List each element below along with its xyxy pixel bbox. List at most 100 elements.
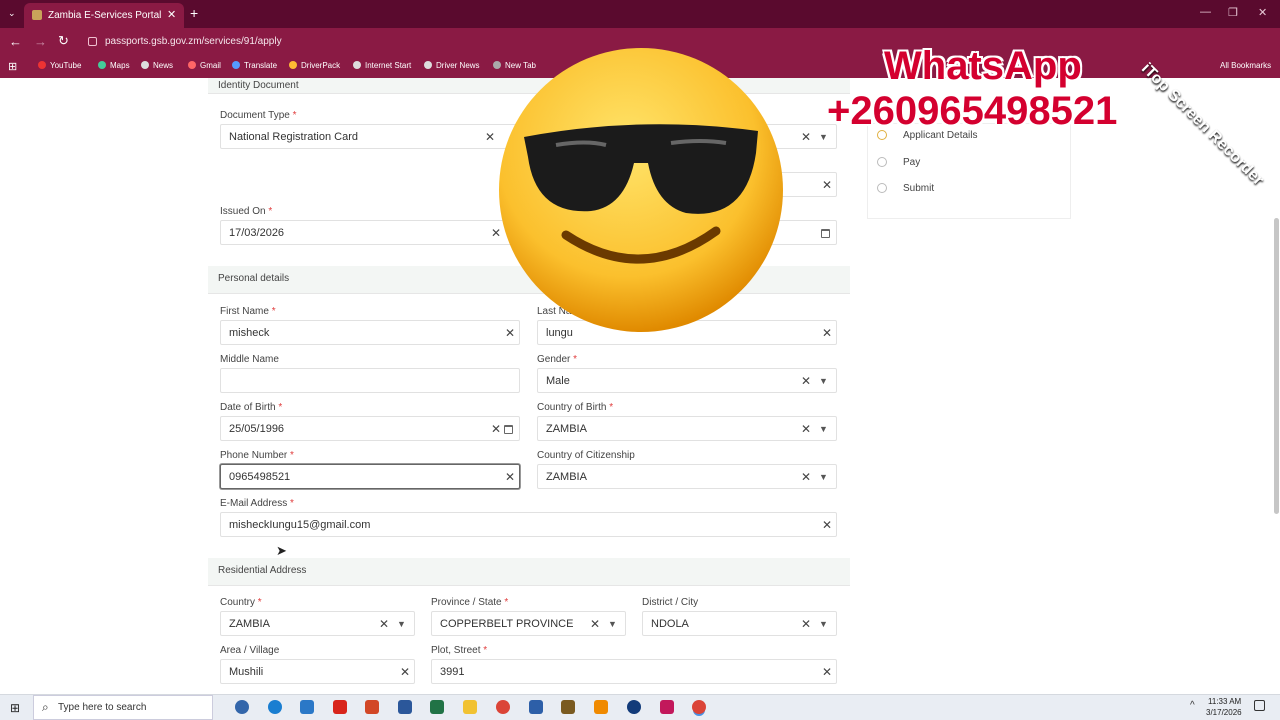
district-value: NDOLA [651,618,689,630]
chrome-icon[interactable] [496,700,510,714]
issued-on-field[interactable]: 17/03/2026 [220,220,520,245]
country-value: ZAMBIA [229,618,270,630]
step-submit[interactable]: Submit [877,183,934,194]
clear-document-type-icon[interactable]: ✕ [485,131,495,143]
bookmark-news[interactable]: News [141,61,173,70]
tab-close-icon[interactable]: ✕ [167,8,176,21]
clear-plot-icon[interactable]: ✕ [822,666,832,678]
gender-select[interactable]: Male [537,368,837,393]
tray-chevron-icon[interactable]: ^ [1190,700,1195,711]
apps-grid-icon[interactable]: ⊞ [8,60,17,73]
country-of-birth-value: ZAMBIA [546,423,587,435]
citizenship-select[interactable]: ZAMBIA [537,464,837,489]
bookmark-youtube[interactable]: YouTube [38,61,81,70]
clear-last-name-icon[interactable]: ✕ [822,327,832,339]
back-icon[interactable]: ← [9,34,22,49]
maximize-icon[interactable]: ❐ [1228,6,1238,19]
store-icon[interactable] [300,700,314,714]
clear-district-icon[interactable]: ✕ [801,618,811,630]
clock-time[interactable]: 11:33 AM [1208,697,1241,706]
chevron-down-icon[interactable]: ▼ [819,620,828,629]
clear-dob-icon[interactable]: ✕ [491,423,501,435]
document-type-select[interactable]: National Registration Card [220,124,520,149]
calendar-icon[interactable] [821,229,830,238]
mouse-cursor-icon: ➤ [276,543,287,558]
dob-field[interactable]: 25/05/1996 [220,416,520,441]
phone-label: Phone Number * [220,450,294,461]
clear-gender-icon[interactable]: ✕ [801,375,811,387]
copilot-icon[interactable] [235,700,249,714]
bookmark-internet-start[interactable]: Internet Start [353,61,411,70]
phone-overlay-text: +260965498521 [827,89,1118,133]
file-explorer-icon[interactable] [463,700,477,714]
country-of-birth-label: Country of Birth * [537,402,614,413]
first-name-value: misheck [229,327,270,339]
bookmark-maps[interactable]: Maps [98,61,130,70]
acrobat-icon[interactable] [333,700,347,714]
plot-field[interactable]: 3991 [431,659,837,684]
clear-icon[interactable]: ✕ [801,131,811,143]
shield-app-icon[interactable] [529,700,543,714]
first-name-field[interactable]: misheck [220,320,520,345]
area-field[interactable]: Mushili [220,659,415,684]
url-text[interactable]: passports.gsb.gov.zm/services/91/apply [105,36,282,47]
window-close-icon[interactable]: ✕ [1258,6,1267,19]
edge-icon[interactable] [268,700,282,714]
screen-recorder-icon[interactable] [660,700,674,714]
bookmark-driver-news[interactable]: Driver News [424,61,480,70]
clear-icon[interactable]: ✕ [822,179,832,191]
reload-icon[interactable]: ↻ [58,33,69,49]
clear-country-icon[interactable]: ✕ [379,618,389,630]
step-circle-icon [877,183,887,193]
clear-email-icon[interactable]: ✕ [822,519,832,531]
windows-start-icon[interactable]: ⊞ [10,701,20,715]
tab-list-icon[interactable]: ⌄ [8,8,16,19]
chrome-active-icon[interactable] [692,700,706,714]
scrollbar[interactable] [1274,218,1279,514]
middle-name-field[interactable] [220,368,520,393]
section-title: Identity Document [218,80,299,91]
vlc-icon[interactable] [594,700,608,714]
clear-area-icon[interactable]: ✕ [400,666,410,678]
word-icon[interactable] [398,700,412,714]
all-bookmarks[interactable]: All Bookmarks [1220,61,1271,70]
media-app-icon[interactable] [627,700,641,714]
bookmark-translate[interactable]: Translate [232,61,277,70]
clear-citizenship-icon[interactable]: ✕ [801,471,811,483]
forward-icon[interactable]: → [34,34,47,49]
calendar-icon[interactable] [504,425,513,434]
powerpoint-icon[interactable] [365,700,379,714]
search-placeholder: Type here to search [58,702,147,713]
clear-cob-icon[interactable]: ✕ [801,423,811,435]
document-type-label: Document Type * [220,110,297,121]
chevron-down-icon[interactable]: ▼ [819,425,828,434]
browser-tab[interactable]: Zambia E-Services Portal ✕ [24,3,184,28]
chevron-down-icon[interactable]: ▼ [819,377,828,386]
new-tab-icon[interactable]: + [190,5,198,21]
excel-icon[interactable] [430,700,444,714]
site-info-icon[interactable] [88,37,97,46]
email-field[interactable]: misheckIungu15@gmail.com [220,512,837,537]
step-pay[interactable]: Pay [877,157,920,168]
translate-icon [232,61,240,69]
clear-phone-icon[interactable]: ✕ [505,471,515,483]
country-of-birth-select[interactable]: ZAMBIA [537,416,837,441]
clear-province-icon[interactable]: ✕ [590,618,600,630]
driver-news-icon [424,61,432,69]
chevron-down-icon[interactable]: ▼ [819,473,828,482]
taskbar-search[interactable]: ⌕ Type here to search [33,695,213,720]
citizenship-value: ZAMBIA [546,471,587,483]
chevron-down-icon[interactable]: ▼ [819,133,828,142]
gender-value: Male [546,375,570,387]
bookmark-driverpack[interactable]: DriverPack [289,61,340,70]
chevron-down-icon[interactable]: ▼ [608,620,617,629]
phone-field[interactable]: 0965498521 [220,464,520,489]
clock-date[interactable]: 3/17/2026 [1206,708,1242,717]
notification-icon[interactable] [1254,700,1265,711]
middle-name-label: Middle Name [220,354,279,365]
chevron-down-icon[interactable]: ▼ [397,620,406,629]
bookmark-gmail[interactable]: Gmail [188,61,221,70]
search-icon: ⌕ [42,700,49,714]
minimize-icon[interactable]: — [1200,6,1211,18]
sublime-icon[interactable] [561,700,575,714]
